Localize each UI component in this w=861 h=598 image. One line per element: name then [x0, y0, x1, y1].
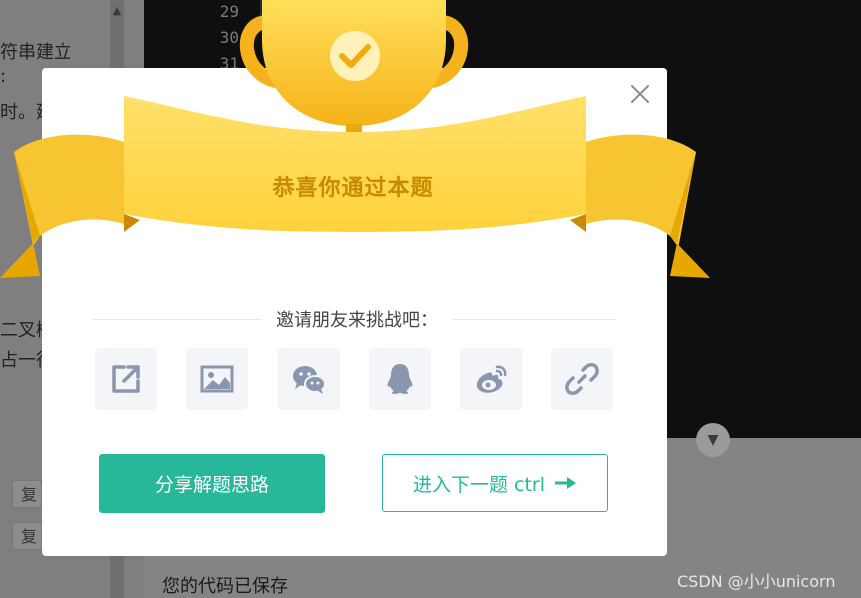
code-type: Node: [292, 2, 334, 22]
code-rest: *root): [333, 2, 396, 22]
wechat-icon: [293, 366, 326, 394]
share-solution-button[interactable]: 分享解题思路: [99, 454, 325, 513]
image-icon: [200, 365, 234, 393]
scroll-up-icon[interactable]: ▲: [110, 2, 124, 20]
description-line: 二叉树: [0, 320, 42, 341]
divider: [452, 319, 616, 320]
chevron-down-icon[interactable]: ▼: [696, 423, 730, 457]
copy-button[interactable]: 复: [12, 480, 42, 508]
share-weibo-button[interactable]: [460, 348, 522, 410]
description-line: 符串建立: [0, 42, 70, 63]
share-image-button[interactable]: [186, 348, 248, 410]
watermark: CSDN @小小unicorn: [677, 572, 836, 591]
copy-button[interactable]: 复: [12, 522, 42, 550]
share-wechat-button[interactable]: [278, 348, 340, 410]
description-line: :: [0, 66, 7, 87]
invite-label: 邀请朋友来挑战吧：: [262, 306, 452, 332]
arrow-right-icon: [555, 477, 577, 489]
copy-link-button[interactable]: [551, 348, 613, 410]
save-status: 您的代码已保存: [162, 576, 288, 597]
share-external-button[interactable]: [95, 348, 157, 410]
description-line: 时。建: [0, 102, 42, 123]
link-icon: [565, 363, 599, 395]
description-line: 占一行: [0, 350, 42, 371]
close-icon[interactable]: [630, 84, 650, 104]
congratulations-title: 恭喜你通过本题: [272, 176, 434, 201]
line-number: 30: [219, 28, 239, 47]
code-keyword: vo: [262, 2, 283, 22]
weibo-icon: [476, 365, 507, 393]
external-share-icon: [112, 365, 140, 393]
share-qq-button[interactable]: [369, 348, 431, 410]
divider: [92, 319, 262, 320]
code-line: vo Node*root): [260, 0, 398, 24]
line-number: 29: [219, 2, 239, 21]
qq-icon: [387, 364, 413, 394]
next-problem-button[interactable]: 进入下一题 ctrl: [382, 454, 608, 512]
next-problem-label: 进入下一题 ctrl: [412, 473, 546, 496]
